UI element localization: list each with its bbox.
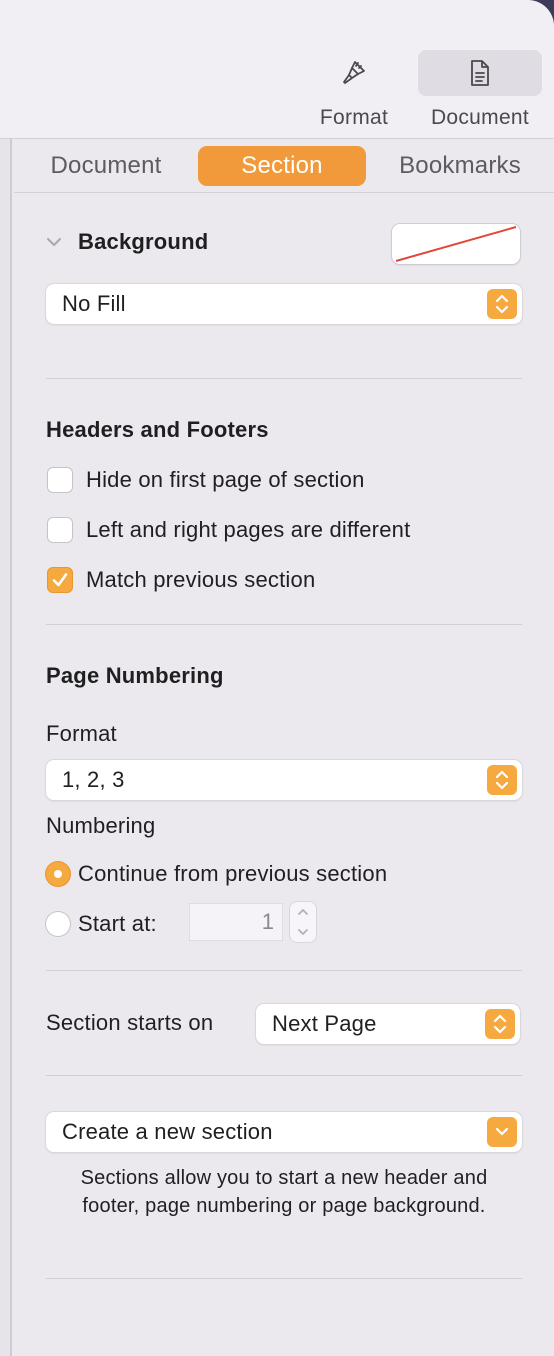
tab-document[interactable]: Document — [34, 146, 178, 186]
section-starts-popup[interactable]: Next Page — [256, 1004, 520, 1044]
number-format-value: 1, 2, 3 — [62, 767, 125, 792]
background-color-well[interactable] — [392, 224, 520, 264]
up-down-arrows-icon — [487, 765, 517, 795]
background-title: Background — [78, 229, 209, 254]
chevron-down-icon[interactable] — [290, 922, 316, 942]
continue-numbering-label: Continue from previous section — [78, 861, 388, 886]
chevron-down-icon — [487, 1117, 517, 1147]
create-section-label: Create a new section — [62, 1119, 273, 1144]
inspector-toolbar: Format Document — [0, 0, 554, 139]
headers-footers-title: Headers and Footers — [46, 417, 269, 442]
fill-type-popup[interactable]: No Fill — [46, 284, 522, 324]
format-field-label: Format — [46, 721, 117, 746]
divider — [46, 624, 522, 625]
hide-first-page-label: Hide on first page of section — [86, 467, 365, 492]
start-at-radio[interactable] — [46, 912, 70, 936]
chevron-up-icon[interactable] — [290, 902, 316, 922]
page-numbering-title: Page Numbering — [46, 663, 224, 688]
numbering-label: Numbering — [46, 813, 156, 838]
up-down-arrows-icon — [487, 289, 517, 319]
number-format-popup[interactable]: 1, 2, 3 — [46, 760, 522, 800]
inspector-tabs: Document Section Bookmarks — [14, 140, 554, 193]
start-at-label: Start at: — [78, 911, 157, 936]
start-at-stepper[interactable] — [290, 902, 316, 942]
divider — [46, 1075, 522, 1076]
document-label: Document — [430, 106, 530, 129]
left-right-different-checkbox[interactable] — [48, 518, 72, 542]
match-previous-label: Match previous section — [86, 567, 316, 592]
up-down-arrows-icon — [485, 1009, 515, 1039]
paintbrush-icon — [292, 50, 416, 96]
left-right-different-label: Left and right pages are different — [86, 517, 411, 542]
sidebar-divider[interactable] — [0, 139, 12, 1356]
hide-first-page-checkbox[interactable] — [48, 468, 72, 492]
format-label: Format — [319, 106, 389, 129]
divider — [46, 378, 522, 379]
tab-bookmarks[interactable]: Bookmarks — [386, 146, 534, 186]
divider — [46, 1278, 522, 1279]
start-at-input[interactable]: 1 — [190, 904, 282, 940]
background-disclosure[interactable] — [44, 232, 64, 252]
create-section-button[interactable]: Create a new section — [46, 1112, 522, 1152]
format-toolbar-button[interactable]: Format — [292, 50, 416, 130]
chevron-down-icon — [47, 238, 61, 246]
fill-type-value: No Fill — [62, 291, 126, 316]
section-info-text: Sections allow you to start a new header… — [80, 1167, 488, 1217]
match-previous-checkbox[interactable] — [48, 568, 72, 592]
start-at-value: 1 — [261, 909, 274, 934]
document-toolbar-button[interactable]: Document — [418, 50, 542, 130]
divider — [46, 970, 522, 971]
document-icon — [418, 50, 542, 96]
continue-numbering-radio[interactable] — [46, 862, 70, 886]
section-starts-label: Section starts on — [46, 1010, 214, 1035]
no-fill-swatch-icon — [395, 226, 517, 262]
section-starts-value: Next Page — [272, 1011, 377, 1036]
checkmark-icon — [52, 573, 68, 587]
tab-section[interactable]: Section — [198, 146, 366, 186]
